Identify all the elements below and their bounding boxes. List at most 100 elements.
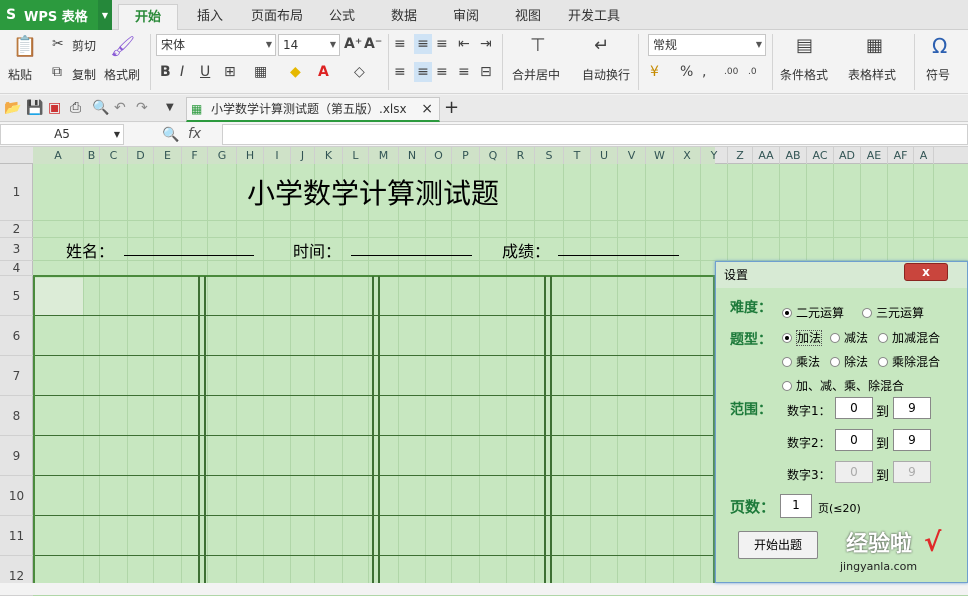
cut-button[interactable]: 剪切 bbox=[72, 37, 96, 54]
align-left-icon[interactable]: ≡ bbox=[394, 62, 406, 82]
currency-icon[interactable]: ¥ bbox=[650, 62, 659, 82]
column-header[interactable]: V bbox=[618, 147, 646, 164]
column-header[interactable]: P bbox=[452, 147, 480, 164]
column-header[interactable]: B bbox=[84, 147, 100, 164]
justify-icon[interactable]: ≡ bbox=[458, 62, 470, 82]
row-header[interactable]: 9 bbox=[0, 436, 33, 476]
number1-from-input[interactable]: 0 bbox=[835, 397, 873, 419]
column-header[interactable]: G bbox=[208, 147, 237, 164]
chevron-down-icon[interactable]: ▼ bbox=[166, 98, 174, 118]
tab-formula[interactable]: 公式 bbox=[318, 4, 366, 30]
active-cell[interactable] bbox=[35, 278, 83, 315]
name-box[interactable]: A5 ▼ bbox=[0, 124, 124, 145]
column-header[interactable]: AE bbox=[861, 147, 888, 164]
column-header[interactable]: O bbox=[426, 147, 452, 164]
format-painter-icon[interactable]: 🖌 bbox=[110, 36, 135, 56]
number3-to-input[interactable]: 9 bbox=[893, 461, 931, 483]
new-tab-button[interactable]: + bbox=[444, 98, 459, 118]
column-header[interactable]: J bbox=[291, 147, 315, 164]
column-header[interactable]: K bbox=[315, 147, 343, 164]
row-header[interactable]: 8 bbox=[0, 396, 33, 436]
radio-subtract[interactable]: 减法 bbox=[830, 329, 868, 346]
italic-icon[interactable]: I bbox=[180, 62, 184, 82]
distribute-icon[interactable]: ⊟ bbox=[480, 62, 492, 82]
merge-icon[interactable]: ⊤ bbox=[530, 36, 546, 56]
print-icon[interactable]: ⎙ bbox=[70, 98, 81, 118]
increase-decimal-icon[interactable]: .00 bbox=[724, 62, 738, 82]
align-top-icon[interactable]: ≡ bbox=[394, 34, 406, 54]
column-header[interactable]: I bbox=[264, 147, 291, 164]
font-family-select[interactable]: 宋体 ▼ bbox=[156, 34, 276, 56]
column-header[interactable]: Y bbox=[701, 147, 728, 164]
column-header[interactable]: L bbox=[343, 147, 369, 164]
document-tab[interactable]: ▦ 小学数学计算测试题（第五版）.xlsx × bbox=[186, 97, 440, 122]
column-header[interactable]: N bbox=[399, 147, 426, 164]
column-header[interactable]: X bbox=[674, 147, 701, 164]
clear-format-icon[interactable]: ◇ bbox=[354, 62, 365, 82]
table-style-icon[interactable]: ▦ bbox=[866, 36, 883, 56]
column-header[interactable]: E bbox=[154, 147, 182, 164]
column-header[interactable]: AC bbox=[807, 147, 834, 164]
column-header[interactable]: F bbox=[182, 147, 208, 164]
wps-menu-button[interactable]: S WPS 表格 ▼ bbox=[0, 0, 112, 30]
column-header[interactable]: Q bbox=[480, 147, 507, 164]
fill-color-icon[interactable]: ◆ bbox=[290, 62, 301, 82]
number2-from-input[interactable]: 0 bbox=[835, 429, 873, 451]
align-bottom-icon[interactable]: ≡ bbox=[436, 34, 448, 54]
paste-icon[interactable]: 📋 bbox=[12, 36, 38, 62]
row-header[interactable]: 6 bbox=[0, 316, 33, 356]
decrease-decimal-icon[interactable]: .0 bbox=[748, 62, 757, 82]
column-header[interactable]: W bbox=[646, 147, 674, 164]
percent-icon[interactable]: % bbox=[680, 62, 693, 82]
preview-icon[interactable]: 🔍 bbox=[92, 98, 109, 118]
column-header[interactable]: AB bbox=[780, 147, 807, 164]
align-right-icon[interactable]: ≡ bbox=[436, 62, 448, 82]
border-icon[interactable]: ⊞ bbox=[224, 62, 236, 82]
undo-icon[interactable]: ↶ bbox=[114, 98, 126, 118]
column-header[interactable]: M bbox=[369, 147, 399, 164]
redo-icon[interactable]: ↷ bbox=[136, 98, 148, 118]
radio-add-subtract[interactable]: 加减混合 bbox=[878, 329, 940, 346]
row-header[interactable]: 3 bbox=[0, 238, 33, 261]
wrap-text-button[interactable]: 自动换行 bbox=[582, 66, 630, 83]
number1-to-input[interactable]: 9 bbox=[893, 397, 931, 419]
row-header[interactable]: 12 bbox=[0, 556, 33, 596]
column-header[interactable]: AA bbox=[753, 147, 780, 164]
radio-ternary[interactable]: 三元运算 bbox=[862, 304, 924, 321]
row-header[interactable]: 5 bbox=[0, 276, 33, 316]
formula-input[interactable] bbox=[222, 124, 968, 145]
column-header[interactable]: Z bbox=[728, 147, 753, 164]
bold-icon[interactable]: B bbox=[160, 62, 171, 82]
column-header[interactable]: D bbox=[128, 147, 154, 164]
scissors-icon[interactable]: ✂ bbox=[52, 34, 64, 54]
function-icon[interactable]: fx bbox=[188, 126, 201, 142]
indent-decrease-icon[interactable]: ⇤ bbox=[458, 34, 470, 54]
copy-icon[interactable]: ⧉ bbox=[52, 62, 62, 82]
radio-all-operations[interactable]: 加、减、乘、除混合 bbox=[782, 377, 904, 394]
tab-page-layout[interactable]: 页面布局 bbox=[244, 4, 310, 30]
column-header[interactable]: S bbox=[535, 147, 564, 164]
open-icon[interactable]: 📂 bbox=[4, 98, 21, 118]
radio-divide[interactable]: 除法 bbox=[830, 353, 868, 370]
tab-home[interactable]: 开始 bbox=[118, 4, 178, 30]
radio-binary[interactable]: 二元运算 bbox=[782, 304, 844, 321]
tab-data[interactable]: 数据 bbox=[380, 4, 428, 30]
merge-center-button[interactable]: 合并居中 bbox=[512, 66, 560, 83]
tab-insert[interactable]: 插入 bbox=[186, 4, 234, 30]
align-center-icon[interactable]: ≡ bbox=[414, 62, 432, 82]
column-header[interactable]: A bbox=[914, 147, 934, 164]
start-button[interactable]: 开始出题 bbox=[738, 531, 818, 559]
tab-view[interactable]: 视图 bbox=[504, 4, 552, 30]
font-color-icon[interactable]: A bbox=[318, 62, 329, 82]
underline-icon[interactable]: U bbox=[200, 62, 210, 82]
column-header[interactable]: C bbox=[100, 147, 128, 164]
radio-add[interactable]: 加法 bbox=[782, 329, 823, 346]
omega-icon[interactable]: Ω bbox=[932, 36, 947, 56]
chevron-down-icon[interactable]: ▼ bbox=[114, 125, 120, 144]
tab-review[interactable]: 审阅 bbox=[442, 4, 490, 30]
zoom-icon[interactable]: 🔍 bbox=[162, 125, 179, 145]
font-size-select[interactable]: 14 ▼ bbox=[278, 34, 340, 56]
table-style-button[interactable]: 表格样式 bbox=[848, 66, 896, 83]
column-header[interactable]: AF bbox=[888, 147, 914, 164]
tab-developer[interactable]: 开发工具 bbox=[562, 4, 626, 30]
